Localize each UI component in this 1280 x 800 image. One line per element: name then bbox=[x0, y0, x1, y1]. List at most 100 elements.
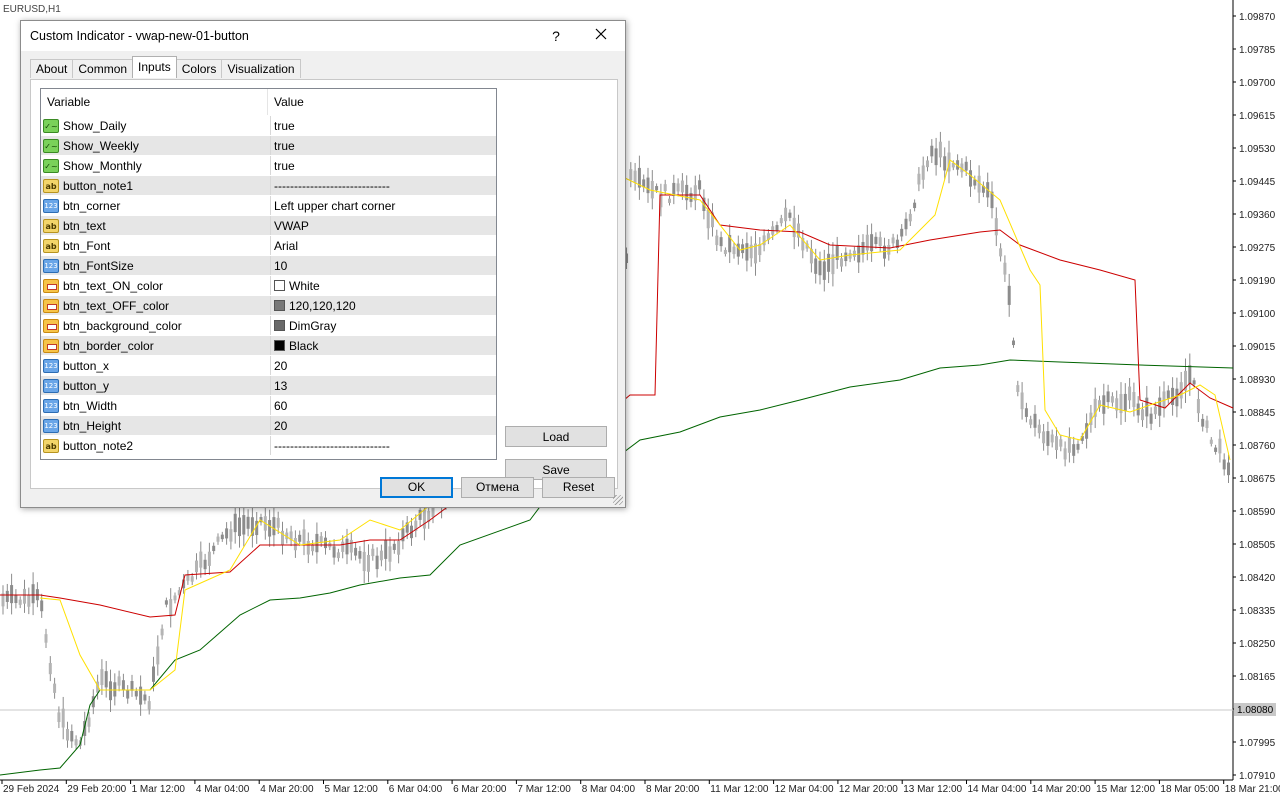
price-tick-label: 1.09190 bbox=[1239, 276, 1276, 287]
cancel-button[interactable]: Отмена bbox=[461, 477, 534, 498]
candle-body bbox=[1209, 439, 1213, 444]
input-row-button-y[interactable]: 123 button_y 13 bbox=[41, 375, 496, 395]
resize-grip[interactable] bbox=[613, 495, 623, 505]
tab-visualization[interactable]: Visualization bbox=[221, 59, 301, 78]
candle-body bbox=[173, 595, 177, 601]
input-row-button-x[interactable]: 123 button_x 20 bbox=[41, 355, 496, 375]
close-button[interactable] bbox=[587, 25, 615, 47]
candle-body bbox=[723, 249, 727, 254]
variable-cell: ab btn_Font bbox=[41, 236, 271, 255]
input-row-btn-text[interactable]: ab btn_text VWAP bbox=[41, 215, 496, 235]
dialog-titlebar[interactable]: Custom Indicator - vwap-new-01-button ? bbox=[21, 21, 625, 51]
value-cell[interactable]: Arial bbox=[271, 236, 496, 255]
variable-name: button_note2 bbox=[63, 438, 134, 453]
candle-body bbox=[349, 539, 353, 553]
value-cell[interactable]: 13 bbox=[271, 376, 496, 395]
value-cell[interactable]: DimGray bbox=[271, 316, 496, 335]
input-row-btn-text-off-color[interactable]: btn_text_OFF_color 120,120,120 bbox=[41, 295, 496, 315]
candle-body bbox=[238, 517, 241, 537]
variable-cell: ✓~ Show_Daily bbox=[41, 116, 271, 135]
value-text: Left upper chart corner bbox=[274, 198, 396, 213]
input-row-show-daily[interactable]: ✓~ Show_Daily true bbox=[41, 115, 496, 135]
candle-body bbox=[1214, 447, 1218, 452]
candle-body bbox=[152, 666, 155, 682]
candle-body bbox=[977, 175, 981, 193]
candle-body bbox=[44, 634, 48, 643]
tab-about[interactable]: About bbox=[30, 59, 74, 78]
input-row-button-note2[interactable]: ab button_note2 --------------------------… bbox=[41, 435, 496, 455]
input-row-btn-width[interactable]: 123 btn_Width 60 bbox=[41, 395, 496, 415]
integer-type-icon: 123 bbox=[43, 398, 59, 413]
color-swatch[interactable] bbox=[274, 300, 285, 311]
value-cell[interactable]: 60 bbox=[271, 396, 496, 415]
value-cell[interactable]: true bbox=[271, 116, 496, 135]
input-row-btn-corner[interactable]: 123 btn_corner Left upper chart corner bbox=[41, 195, 496, 215]
price-tick-label: 1.08760 bbox=[1239, 441, 1276, 452]
value-cell[interactable]: 120,120,120 bbox=[271, 296, 496, 315]
help-button[interactable]: ? bbox=[544, 25, 568, 47]
value-cell[interactable]: White bbox=[271, 276, 496, 295]
reset-button[interactable]: Reset bbox=[542, 477, 615, 498]
input-row-show-weekly[interactable]: ✓~ Show_Weekly true bbox=[41, 135, 496, 155]
color-type-icon bbox=[43, 318, 59, 333]
price-tick-label: 1.08505 bbox=[1239, 540, 1276, 551]
candle-body bbox=[1162, 391, 1166, 408]
value-cell[interactable]: true bbox=[271, 156, 496, 175]
value-text: 60 bbox=[274, 398, 288, 413]
variable-cell: ✓~ Show_Monthly bbox=[41, 156, 271, 175]
candle-body bbox=[1141, 409, 1144, 421]
value-cell[interactable]: VWAP bbox=[271, 216, 496, 235]
ok-button[interactable]: OK bbox=[380, 477, 453, 498]
load-button[interactable]: Load bbox=[505, 426, 607, 447]
input-row-button-note1[interactable]: ab button_note1 --------------------------… bbox=[41, 175, 496, 195]
color-swatch[interactable] bbox=[274, 280, 285, 291]
candle-body bbox=[732, 246, 736, 255]
candle-body bbox=[1192, 380, 1196, 385]
variable-cell: 123 btn_FontSize bbox=[41, 256, 271, 275]
value-cell[interactable]: ----------------------------- bbox=[271, 176, 496, 195]
input-row-btn-background-color[interactable]: btn_background_color DimGray bbox=[41, 315, 496, 335]
candle-body bbox=[938, 141, 942, 158]
input-row-btn-height[interactable]: 123 btn_Height 20 bbox=[41, 415, 496, 435]
candle-body bbox=[663, 184, 667, 192]
value-text: 13 bbox=[274, 378, 288, 393]
column-header-value[interactable]: Value bbox=[268, 89, 304, 115]
input-row-btn-font[interactable]: ab btn_Font Arial bbox=[41, 235, 496, 255]
value-cell[interactable]: ----------------------------- bbox=[271, 436, 496, 455]
tab-colors[interactable]: Colors bbox=[175, 59, 223, 78]
column-header-variable[interactable]: Variable bbox=[41, 89, 268, 115]
input-row-show-monthly[interactable]: ✓~ Show_Monthly true bbox=[41, 155, 496, 175]
color-swatch[interactable] bbox=[274, 340, 285, 351]
variable-cell: ab btn_text bbox=[41, 216, 271, 235]
tab-common[interactable]: Common bbox=[72, 59, 134, 78]
color-swatch[interactable] bbox=[274, 320, 285, 331]
time-tick-label: 1 Mar 12:00 bbox=[132, 784, 186, 795]
candle-body bbox=[1222, 459, 1226, 470]
candle-body bbox=[655, 186, 659, 191]
price-tick-label: 1.09700 bbox=[1239, 78, 1276, 89]
value-cell[interactable]: Left upper chart corner bbox=[271, 196, 496, 215]
value-cell[interactable]: 20 bbox=[271, 416, 496, 435]
input-row-btn-text-on-color[interactable]: btn_text_ON_color White bbox=[41, 275, 496, 295]
candle-body bbox=[745, 243, 749, 261]
candle-body bbox=[233, 513, 237, 533]
value-cell[interactable]: true bbox=[271, 136, 496, 155]
candle-body bbox=[1188, 365, 1192, 385]
candle-body bbox=[130, 681, 134, 691]
value-cell[interactable]: 10 bbox=[271, 256, 496, 275]
candle-body bbox=[48, 663, 52, 675]
candle-body bbox=[1046, 431, 1050, 446]
candle-body bbox=[827, 253, 831, 272]
candle-body bbox=[921, 165, 925, 180]
tab-inputs[interactable]: Inputs bbox=[132, 56, 177, 78]
candle-body bbox=[392, 543, 396, 550]
input-row-btn-fontsize[interactable]: 123 btn_FontSize 10 bbox=[41, 255, 496, 275]
dialog-title: Custom Indicator - vwap-new-01-button bbox=[30, 29, 249, 43]
input-row-btn-border-color[interactable]: btn_border_color Black bbox=[41, 335, 496, 355]
candle-body bbox=[229, 529, 233, 542]
value-cell[interactable]: Black bbox=[271, 336, 496, 355]
candle-body bbox=[913, 202, 917, 209]
variable-name: btn_Width bbox=[63, 398, 118, 413]
value-cell[interactable]: 20 bbox=[271, 356, 496, 375]
time-tick-label: 14 Mar 04:00 bbox=[968, 784, 1027, 795]
